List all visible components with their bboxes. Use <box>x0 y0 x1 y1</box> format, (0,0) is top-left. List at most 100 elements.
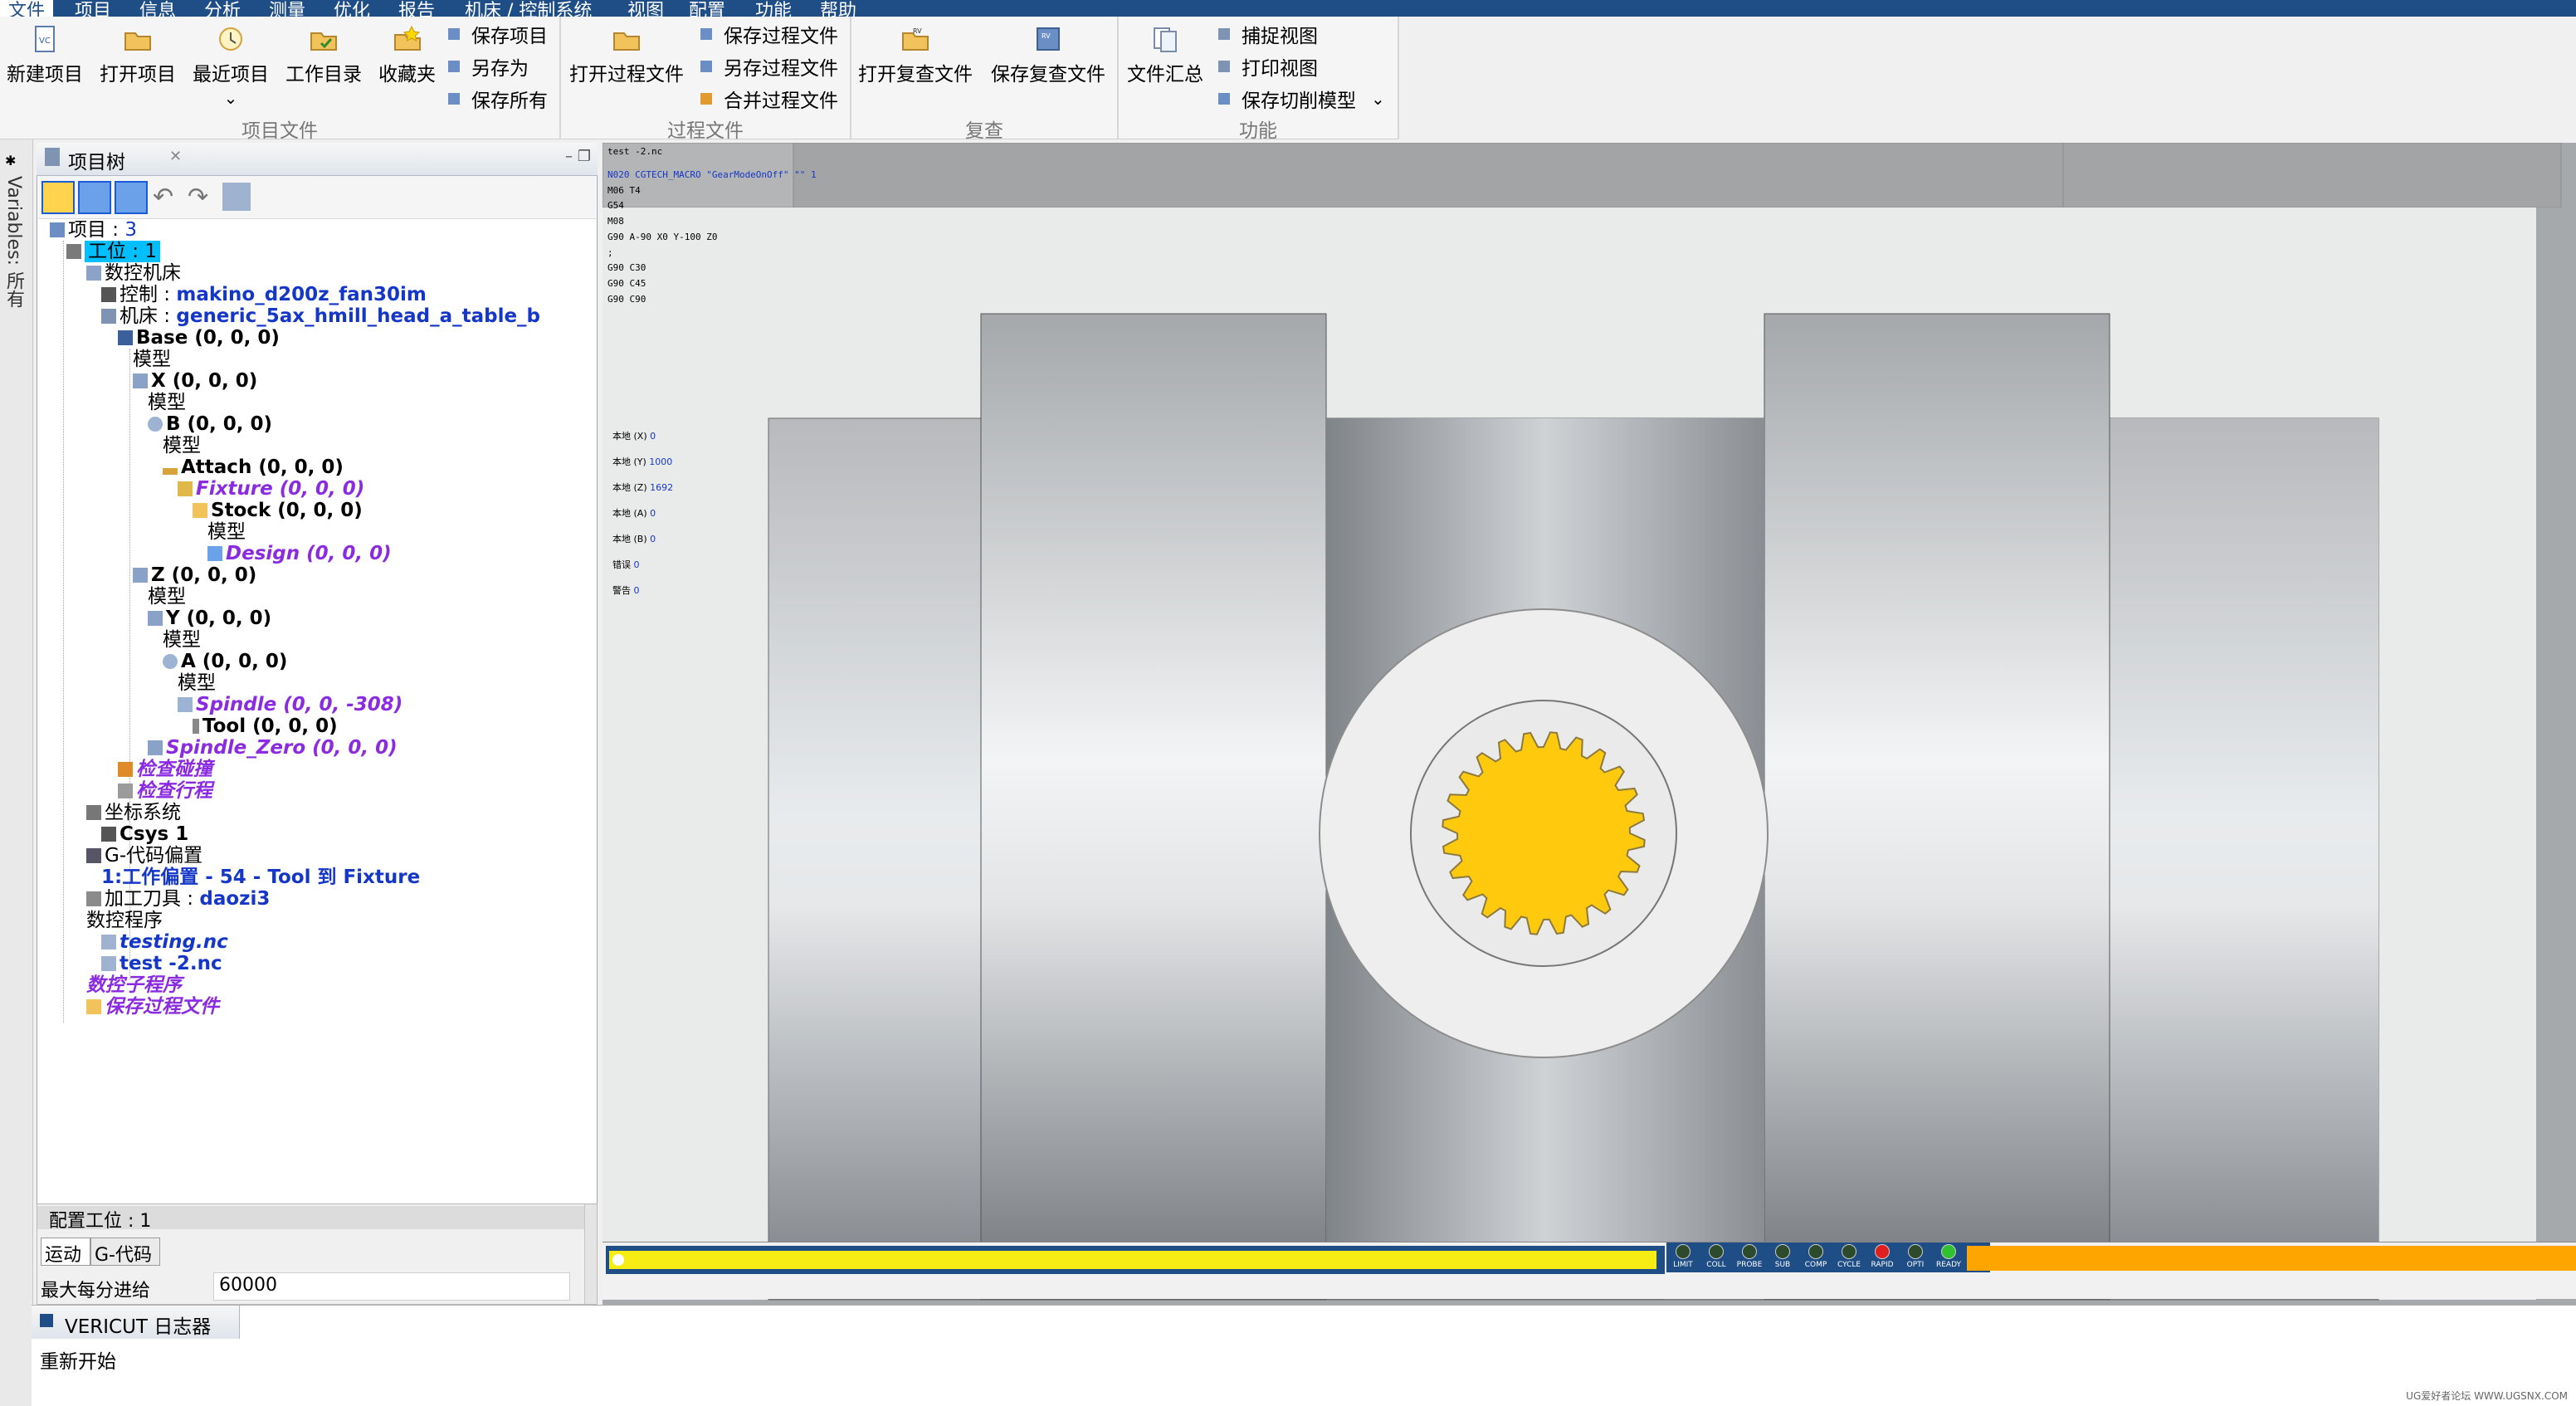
tab-motion[interactable]: 运动 <box>41 1238 90 1266</box>
file-summary-button[interactable]: 文件汇总 <box>1127 25 1203 86</box>
tree-tab-title[interactable]: 项目树 <box>68 146 125 174</box>
tree-item-model[interactable]: 模型 <box>207 521 246 543</box>
tree-item-fixture[interactable]: Fixture (0, 0, 0) <box>178 478 364 500</box>
scrollbar[interactable] <box>584 1204 597 1304</box>
edit-tree-icon[interactable] <box>41 181 75 214</box>
recent-project-button[interactable]: 最近项目 ⌄ <box>193 25 269 108</box>
tree-item-save-process[interactable]: 保存过程文件 <box>86 996 219 1018</box>
chevron-down-icon[interactable]: ⌄ <box>1371 89 1385 109</box>
tree-tab-icon <box>45 148 60 166</box>
tree-item-x-axis[interactable]: X (0, 0, 0) <box>133 370 257 392</box>
control-icon <box>101 287 116 302</box>
tree-item-stock[interactable]: Stock (0, 0, 0) <box>193 500 363 521</box>
recent-clock-icon <box>219 27 242 51</box>
readout-label: 错误 <box>612 559 634 570</box>
indicator-coll: COLL <box>1700 1244 1733 1269</box>
printer-icon <box>1218 61 1230 72</box>
favorites-button[interactable]: 收藏夹 <box>378 25 436 86</box>
viewport[interactable]: test -2.nc N020 CGTECH_MACRO "GearModeOn… <box>603 143 2576 1305</box>
tree-item-station[interactable]: 工位 : 1 <box>66 241 161 262</box>
tree-item-machine[interactable]: 机床 : generic_5ax_hmill_head_a_table_b <box>101 305 540 327</box>
tree-item-gcode-offsets[interactable]: G-代码偏置 <box>86 845 202 867</box>
readout-row: 错误 0 <box>612 552 673 578</box>
tree-item-spindle-zero[interactable]: Spindle_Zero (0, 0, 0) <box>148 737 398 759</box>
save-process-as-button[interactable]: 另存过程文件 <box>700 52 838 81</box>
tree-item-check-travel[interactable]: 检查行程 <box>118 780 212 802</box>
tree-item-check-collision[interactable]: 检查碰撞 <box>118 759 212 780</box>
readout-label: 本地 (X) <box>612 431 651 442</box>
readout-row: 本地 (X) 0 <box>612 423 673 449</box>
indicator-label: PROBE <box>1736 1261 1763 1269</box>
work-dir-button[interactable]: 工作目录 <box>285 25 362 86</box>
close-icon[interactable]: ✕ <box>169 148 182 165</box>
tree-item-a-axis[interactable]: A (0, 0, 0) <box>163 651 287 672</box>
merge-process-button[interactable]: 合并过程文件 <box>700 85 838 113</box>
readout-row: 本地 (A) 0 <box>612 500 673 526</box>
travel-icon <box>118 784 133 798</box>
tree-item-nc-file[interactable]: testing.nc <box>101 931 228 953</box>
tree-item-control[interactable]: 控制 : makino_d200z_fan30im <box>101 284 427 305</box>
feed-input[interactable]: 60000 <box>213 1272 570 1301</box>
tree-item-tool[interactable]: Tool (0, 0, 0) <box>193 715 338 737</box>
save-as-button[interactable]: 另存为 <box>448 52 529 81</box>
tree-item-nc-programs[interactable]: 数控程序 <box>86 910 163 931</box>
readout-row: 警告 0 <box>612 578 673 603</box>
variables-tab[interactable]: Variables: 所有 <box>2 176 27 450</box>
save-all-button[interactable]: 保存所有 <box>448 85 548 113</box>
readout-value: 0 <box>650 431 656 442</box>
tree-item-subroutines[interactable]: 数控子程序 <box>86 974 182 996</box>
tree-item-model[interactable]: 模型 <box>133 349 171 370</box>
tree-item-project[interactable]: 项目 : 3 <box>50 219 137 241</box>
tree-item-model[interactable]: 模型 <box>163 629 201 651</box>
tree-item-model[interactable]: 模型 <box>148 586 186 608</box>
function-group-label: 功能 <box>1239 120 1277 142</box>
tree-item-attach[interactable]: Attach (0, 0, 0) <box>163 456 344 478</box>
tree-item-csys[interactable]: Csys 1 <box>101 823 188 845</box>
tree-item-spindle[interactable]: Spindle (0, 0, -308) <box>178 694 402 715</box>
progress-handle[interactable] <box>612 1254 624 1266</box>
tree-item-z-axis[interactable]: Z (0, 0, 0) <box>133 564 256 586</box>
redo-icon[interactable]: ↷ <box>188 183 208 212</box>
open-review-button[interactable]: RV 打开复查文件 <box>858 25 973 86</box>
watermark: UG爱好者论坛 WWW.UGSNX.COM <box>2406 1390 2568 1402</box>
tree-item-work-offset[interactable]: 1:工作偏置 - 54 - Tool 到 Fixture <box>101 867 420 888</box>
star-folder-icon <box>393 25 421 51</box>
log-tab[interactable]: VERICUT 日志器 <box>32 1306 240 1339</box>
print-tree-icon[interactable] <box>222 183 251 211</box>
tree-view-icon[interactable] <box>78 181 111 214</box>
tab-gcode[interactable]: G-代码 <box>90 1238 160 1266</box>
save-project-button[interactable]: 保存项目 <box>448 20 548 48</box>
new-project-button[interactable]: VC 新建项目 <box>7 25 83 86</box>
undo-icon[interactable]: ↶ <box>153 183 173 212</box>
gcode-line: G90 A-90 X0 Y-100 Z0 <box>607 231 718 242</box>
project-tree-tab: 项目树 ✕ – ❐ <box>37 143 598 176</box>
tree-item-model[interactable]: 模型 <box>163 435 201 456</box>
linear-axis-icon <box>133 568 148 583</box>
readout-label: 本地 (A) <box>612 508 651 519</box>
log-panel: VERICUT 日志器 重新开始 UG爱好者论坛 WWW.UGSNX.COM <box>32 1305 2576 1406</box>
save-cut-model-button[interactable]: 保存切削模型 ⌄ <box>1218 85 1385 113</box>
print-view-button[interactable]: 打印视图 <box>1218 52 1318 81</box>
tree-item-base[interactable]: Base (0, 0, 0) <box>118 327 280 349</box>
tree-add-icon[interactable] <box>115 181 148 214</box>
open-process-button[interactable]: 打开过程文件 <box>569 25 684 86</box>
tree-item-design[interactable]: Design (0, 0, 0) <box>207 543 392 564</box>
tree-item-y-axis[interactable]: Y (0, 0, 0) <box>148 608 271 629</box>
pin-icon[interactable]: ✱ <box>5 153 25 173</box>
save-review-button[interactable]: RV 保存复查文件 <box>991 25 1105 86</box>
svg-text:RV: RV <box>1042 32 1051 40</box>
tree-item-cnc-machine[interactable]: 数控机床 <box>86 262 181 284</box>
restore-icon[interactable]: ❐ <box>578 148 591 165</box>
tree-item-nc-file[interactable]: test -2.nc <box>101 953 222 974</box>
save-process-button[interactable]: 保存过程文件 <box>700 20 838 48</box>
open-project-button[interactable]: 打开项目 <box>100 25 176 86</box>
svg-text:RV: RV <box>913 27 922 35</box>
tree-item-coord-systems[interactable]: 坐标系统 <box>86 802 181 823</box>
tree-item-model[interactable]: 模型 <box>148 392 186 413</box>
capture-view-button[interactable]: 捕捉视图 <box>1218 20 1318 48</box>
gcode-line: N020 CGTECH_MACRO "GearModeOnOff" "" 1 <box>607 169 817 180</box>
tree-item-tooling[interactable]: 加工刀具 : daozi3 <box>86 888 270 910</box>
tree-item-model[interactable]: 模型 <box>178 672 216 694</box>
minimize-icon[interactable]: – <box>565 148 573 165</box>
tree-item-b-axis[interactable]: B (0, 0, 0) <box>148 413 272 435</box>
